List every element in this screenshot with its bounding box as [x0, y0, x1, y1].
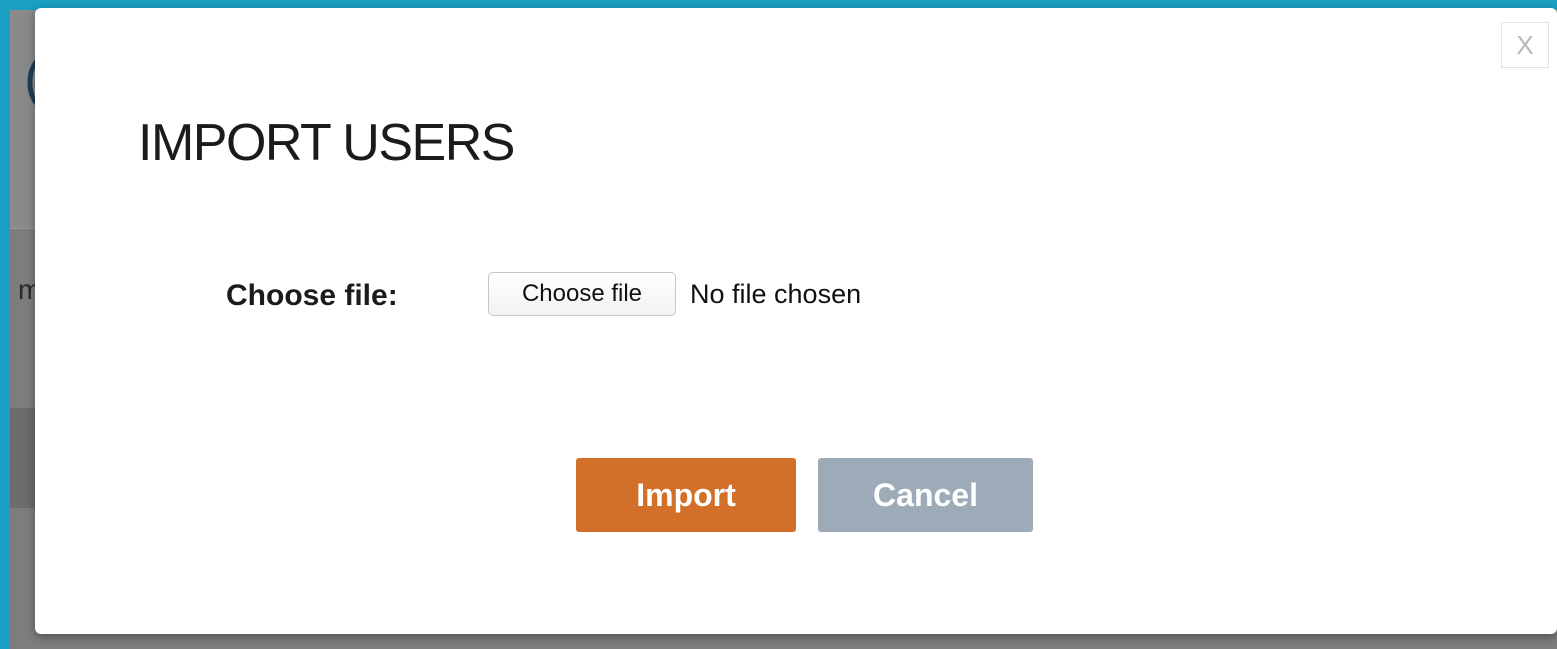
file-status-text: No file chosen — [690, 279, 862, 309]
close-button[interactable]: X — [1501, 22, 1549, 68]
close-icon: X — [1516, 29, 1534, 60]
cancel-button[interactable]: Cancel — [818, 458, 1033, 532]
choose-file-button[interactable]: Choose file — [488, 272, 676, 316]
import-button[interactable]: Import — [576, 458, 796, 532]
dialog-title: IMPORT USERS — [138, 114, 515, 172]
file-field-label: Choose file: — [226, 279, 398, 312]
import-users-dialog: X IMPORT USERS Choose file: Choose file … — [35, 8, 1557, 634]
